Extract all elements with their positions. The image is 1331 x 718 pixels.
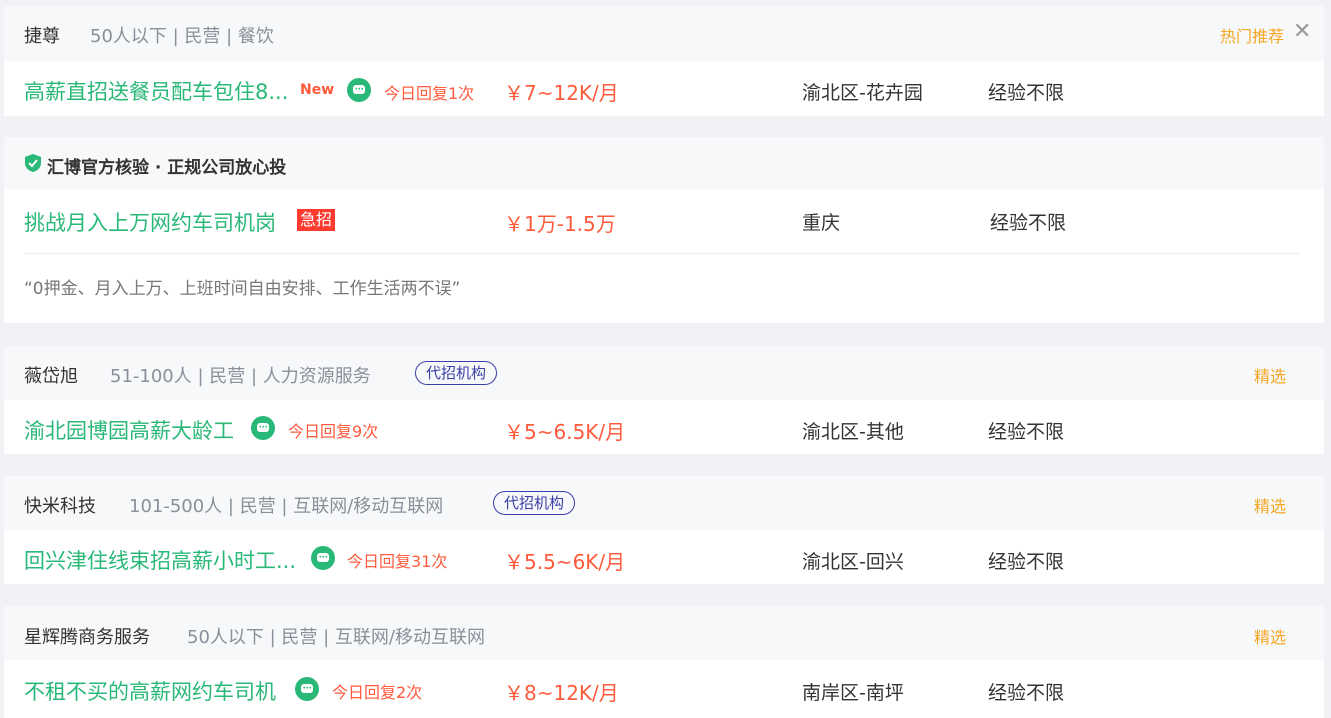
job-title[interactable]: 回兴津住线束招高薪小时工...: [24, 545, 296, 575]
chat-bubble-icon[interactable]: [251, 416, 275, 440]
chat-bubble-icon[interactable]: [347, 78, 371, 102]
verify-text: 汇博官方核验 · 正规公司放心投: [47, 158, 287, 178]
job-location: 重庆: [802, 212, 841, 234]
company-meta: 50人以下 | 民营 | 餐饮: [90, 26, 274, 47]
salary: ￥5~6.5K/月: [504, 420, 626, 444]
reply-count: 今日回复1次: [384, 84, 475, 103]
reply-count: 今日回复2次: [332, 683, 423, 702]
company-meta: 101-500人 | 民营 | 互联网/移动互联网: [129, 496, 444, 517]
company-meta: 51-100人 | 民营 | 人力资源服务: [110, 366, 371, 387]
experience-requirement: 经验不限: [988, 421, 1065, 443]
job-location: 渝北区-回兴: [802, 551, 904, 573]
job-description: “0押金、月入上万、上班时间自由安排、工作生活两不误”: [24, 279, 461, 299]
job-card[interactable]: 汇博官方核验 · 正规公司放心投 挑战月入上万网约车司机岗 急招 ￥1万-1.5…: [4, 137, 1324, 323]
company-name[interactable]: 捷尊: [24, 22, 60, 48]
company-name[interactable]: 星辉腾商务服务: [24, 623, 150, 649]
company-name[interactable]: 薇岱旭: [24, 362, 78, 388]
featured-label: 精选: [1254, 497, 1287, 516]
new-badge: New: [300, 82, 335, 98]
chat-bubble-icon[interactable]: [311, 546, 335, 570]
experience-requirement: 经验不限: [990, 212, 1067, 234]
job-title[interactable]: 渝北园博园高薪大龄工: [24, 415, 234, 445]
experience-requirement: 经验不限: [988, 551, 1065, 573]
close-icon[interactable]: ✕: [1293, 19, 1311, 44]
job-location: 渝北区-花卉园: [802, 82, 923, 104]
hot-recommend-label: 热门推荐: [1220, 27, 1285, 46]
job-title[interactable]: 不租不买的高薪网约车司机: [24, 676, 276, 706]
job-title[interactable]: 挑战月入上万网约车司机岗: [24, 207, 276, 237]
job-card[interactable]: 薇岱旭 51-100人 | 民营 | 人力资源服务 代招机构 精选 渝北园博园高…: [4, 346, 1324, 454]
salary: ￥8~12K/月: [504, 681, 619, 705]
job-card[interactable]: 快米科技 101-500人 | 民营 | 互联网/移动互联网 代招机构 精选 回…: [4, 476, 1324, 584]
featured-label: 精选: [1254, 367, 1287, 386]
shield-check-icon: [24, 153, 42, 177]
agency-tag: 代招机构: [415, 361, 498, 385]
reply-count: 今日回复31次: [347, 552, 448, 571]
reply-count: 今日回复9次: [288, 422, 379, 441]
salary: ￥1万-1.5万: [504, 212, 616, 236]
job-location: 南岸区-南坪: [802, 682, 904, 704]
experience-requirement: 经验不限: [988, 82, 1065, 104]
featured-label: 精选: [1254, 628, 1287, 647]
job-card[interactable]: 星辉腾商务服务 50人以下 | 民营 | 互联网/移动互联网 精选 不租不买的高…: [4, 606, 1324, 718]
job-location: 渝北区-其他: [802, 421, 904, 443]
company-meta: 50人以下 | 民营 | 互联网/移动互联网: [187, 627, 485, 648]
job-card[interactable]: 捷尊 50人以下 | 民营 | 餐饮 热门推荐 ✕ 高薪直招送餐员配车包住8..…: [4, 6, 1324, 116]
agency-tag: 代招机构: [493, 491, 576, 515]
salary: ￥5.5~6K/月: [504, 550, 626, 574]
company-name[interactable]: 快米科技: [24, 492, 96, 518]
job-title[interactable]: 高薪直招送餐员配车包住8...: [24, 76, 288, 106]
chat-bubble-icon[interactable]: [295, 677, 319, 701]
urgent-badge: 急招: [297, 209, 336, 231]
divider: [24, 253, 1300, 254]
salary: ￥7~12K/月: [504, 81, 619, 105]
experience-requirement: 经验不限: [988, 682, 1065, 704]
